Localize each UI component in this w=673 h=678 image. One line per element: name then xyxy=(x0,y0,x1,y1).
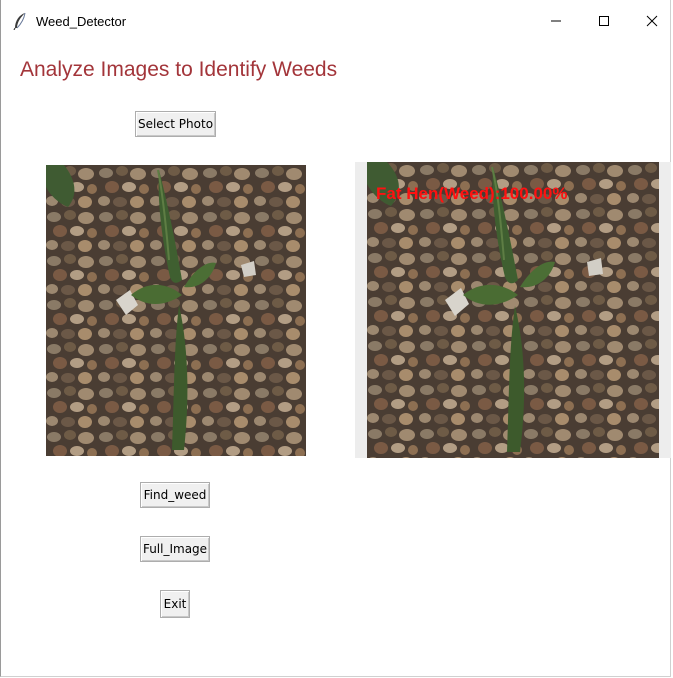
select-photo-button[interactable]: Select Photo xyxy=(135,111,216,137)
full-image-button[interactable]: Full_Image xyxy=(140,536,210,562)
app-window: Weed_Detector Analyze Images to Identify… xyxy=(0,0,671,677)
minimize-icon xyxy=(551,20,561,22)
pebbles-weed-result-image xyxy=(367,162,659,458)
title-bar[interactable]: Weed_Detector xyxy=(1,0,670,42)
input-photo xyxy=(46,165,306,456)
maximize-button[interactable] xyxy=(581,0,627,42)
exit-button[interactable]: Exit xyxy=(160,590,190,618)
detection-label: Fat Hen(Weed):100.00% xyxy=(376,184,568,203)
feather-icon xyxy=(13,12,26,30)
maximize-icon xyxy=(599,16,609,26)
page-heading: Analyze Images to Identify Weeds xyxy=(20,58,338,81)
pebbles-weed-image xyxy=(46,165,306,456)
window-title: Weed_Detector xyxy=(36,14,127,29)
close-button[interactable] xyxy=(629,0,673,42)
result-photo: Fat Hen(Weed):100.00% xyxy=(367,162,659,458)
minimize-button[interactable] xyxy=(533,0,579,42)
find-weed-button[interactable]: Find_weed xyxy=(140,482,210,508)
close-icon xyxy=(646,15,658,27)
